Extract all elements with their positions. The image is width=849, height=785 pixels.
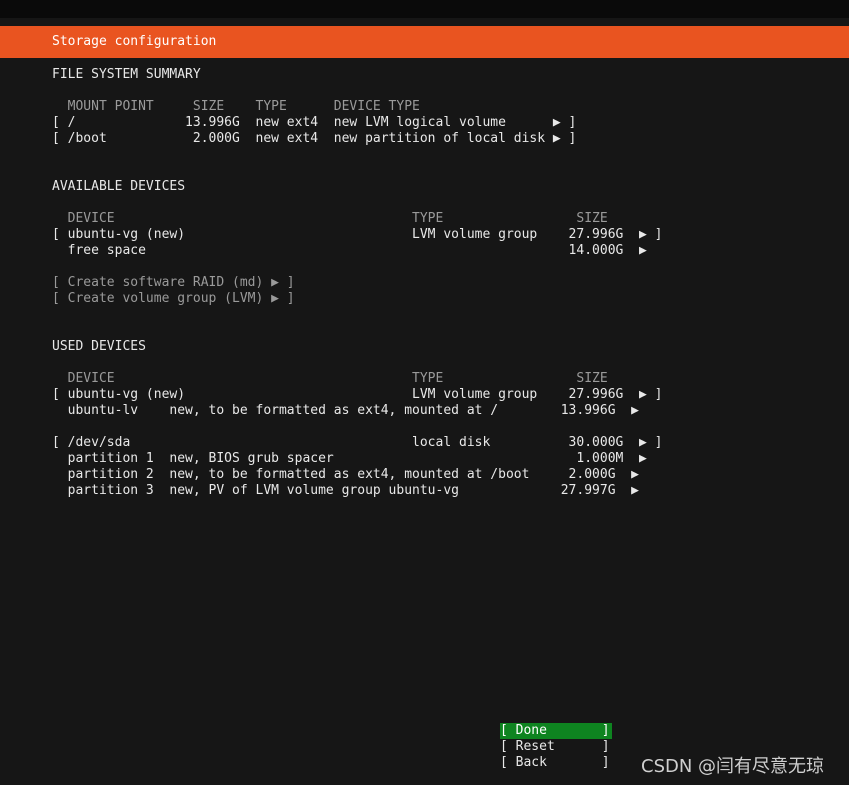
create-volume-group-button[interactable]: [ Create volume group (LVM) ▶ ] — [52, 291, 295, 307]
back-button[interactable]: [ Back ] — [500, 755, 612, 771]
used-row-partition-1[interactable]: partition 1 new, BIOS grub spacer 1.000M… — [52, 451, 647, 467]
done-button[interactable]: [ Done ] — [500, 723, 612, 739]
fs-summary-columns: MOUNT POINT SIZE TYPE DEVICE TYPE — [52, 99, 420, 114]
used-row-partition-3[interactable]: partition 3 new, PV of LVM volume group … — [52, 483, 639, 499]
used-row-dev-sda[interactable]: [ /dev/sda local disk 30.000G ▶ ] — [52, 435, 662, 451]
used-row-ubuntu-vg[interactable]: [ ubuntu-vg (new) LVM volume group 27.99… — [52, 387, 662, 403]
terminal-top-bar — [0, 0, 849, 18]
fs-row-boot[interactable]: [ /boot 2.000G new ext4 new partition of… — [52, 131, 576, 147]
fs-summary-heading: FILE SYSTEM SUMMARY — [52, 67, 201, 82]
page-title: Storage configuration — [52, 34, 217, 49]
reset-button[interactable]: [ Reset ] — [500, 739, 612, 755]
available-devices-columns: DEVICE TYPE SIZE — [52, 211, 608, 226]
watermark: CSDN @闫有尽意无琼 — [641, 756, 825, 777]
fs-row-root[interactable]: [ / 13.996G new ext4 new LVM logical vol… — [52, 115, 576, 131]
page-header: Storage configuration — [0, 26, 849, 58]
create-raid-button[interactable]: [ Create software RAID (md) ▶ ] — [52, 275, 295, 291]
available-row-free-space[interactable]: free space 14.000G ▶ — [52, 243, 647, 259]
used-row-ubuntu-lv[interactable]: ubuntu-lv new, to be formatted as ext4, … — [52, 403, 639, 419]
available-row-ubuntu-vg[interactable]: [ ubuntu-vg (new) LVM volume group 27.99… — [52, 227, 662, 243]
used-devices-columns: DEVICE TYPE SIZE — [52, 371, 608, 386]
used-row-partition-2[interactable]: partition 2 new, to be formatted as ext4… — [52, 467, 639, 483]
used-devices-heading: USED DEVICES — [52, 339, 146, 354]
available-devices-heading: AVAILABLE DEVICES — [52, 179, 186, 194]
